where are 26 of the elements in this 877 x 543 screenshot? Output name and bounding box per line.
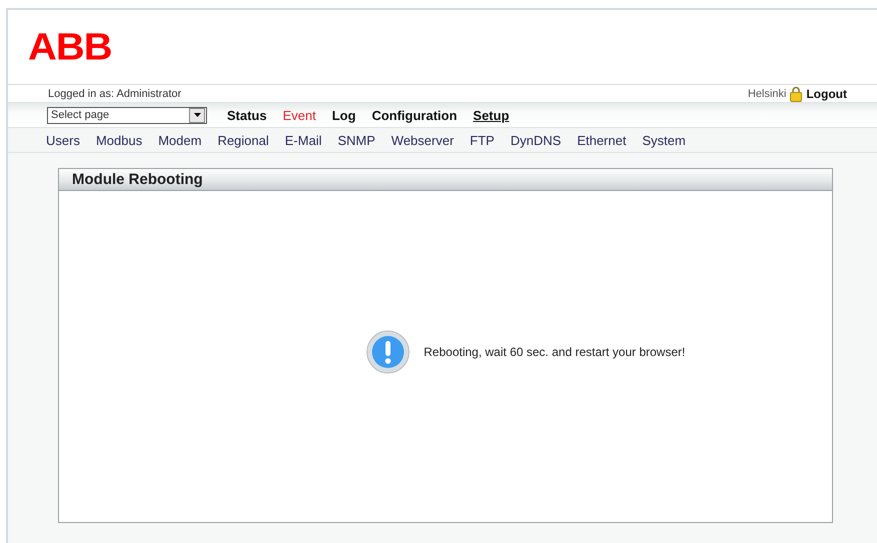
submenu-link[interactable]: Modem — [158, 132, 202, 148]
submenu-link[interactable]: Modbus — [96, 132, 142, 148]
submenu-link[interactable]: E-Mail — [284, 132, 322, 148]
info-exclamation-icon — [366, 330, 410, 374]
location-label: Helsinki — [748, 88, 786, 100]
reboot-message: Rebooting, wait 60 sec. and restart your browser! — [424, 344, 686, 358]
submenu-link[interactable]: Users — [46, 132, 80, 148]
submenu-link[interactable]: Regional — [218, 132, 269, 148]
submenu-link[interactable]: DynDNS — [510, 132, 562, 148]
submenu-link[interactable]: Ethernet — [577, 132, 626, 148]
logout-link[interactable]: Logout — [806, 86, 847, 100]
nav-tab[interactable]: Setup — [473, 108, 510, 122]
panel-title: Module Rebooting — [59, 169, 832, 191]
submenu-link[interactable]: Webserver — [391, 132, 454, 148]
nav-tab[interactable]: Status — [227, 108, 267, 122]
abb-logo: ABB — [28, 28, 112, 66]
logged-in-label: Logged in as: Administrator — [48, 88, 182, 100]
nav-tab[interactable]: Event — [282, 108, 316, 122]
submenu-link[interactable]: System — [642, 132, 686, 148]
dropdown-arrow-icon — [194, 113, 200, 117]
submenu-link[interactable]: FTP — [470, 132, 494, 148]
nav-tab[interactable]: Log — [332, 108, 356, 122]
padlock-icon — [790, 86, 802, 102]
page-select[interactable]: Select page — [47, 106, 207, 124]
submenu-link[interactable]: SNMP — [338, 132, 376, 148]
nav-tab[interactable]: Configuration — [372, 108, 458, 122]
